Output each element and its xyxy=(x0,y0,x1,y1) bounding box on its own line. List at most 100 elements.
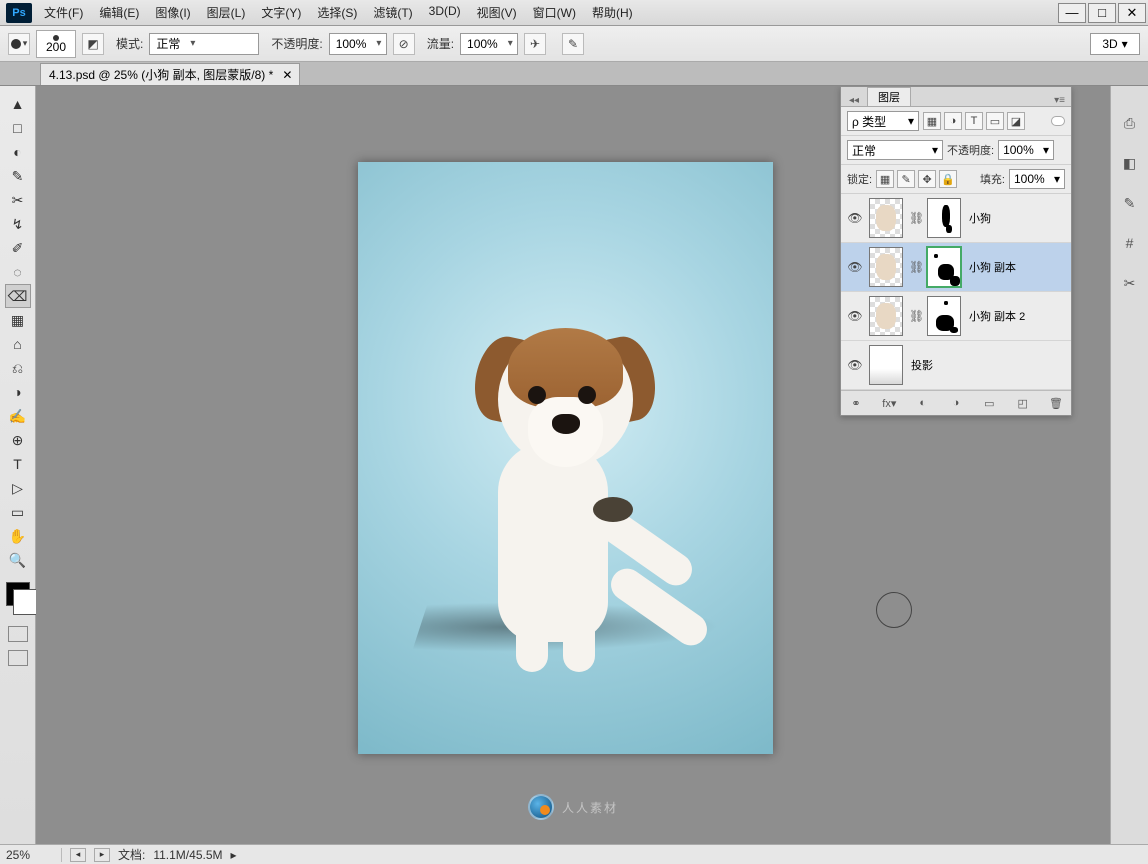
minimize-button[interactable]: — xyxy=(1058,3,1086,23)
tool-button[interactable]: ⊕ xyxy=(5,428,31,452)
menu-item[interactable]: 视图(V) xyxy=(469,4,525,21)
tool-button[interactable]: ✍ xyxy=(5,404,31,428)
layer-row[interactable]: 👁⛓小狗 xyxy=(841,194,1071,243)
layer-filter-icon[interactable]: ▭ xyxy=(986,112,1004,130)
tool-button[interactable]: ▭ xyxy=(5,500,31,524)
layer-thumbnail[interactable] xyxy=(869,296,903,336)
document-tab-close-icon[interactable]: ✕ xyxy=(282,68,292,82)
status-nav-right-icon[interactable]: ▸ xyxy=(94,848,110,862)
canvas-area[interactable]: 人人素材 ◂◂ 图层 ▾≡ ρ 类型▾ ▦◑T▭◪ 正常▾ 不透明度: xyxy=(36,86,1110,844)
close-button[interactable]: ✕ xyxy=(1118,3,1146,23)
layer-thumbnail[interactable] xyxy=(869,345,903,385)
brush-size-picker[interactable]: 200 xyxy=(36,30,76,58)
layer-name-label[interactable]: 小狗 xyxy=(967,210,1065,226)
foreground-background-color[interactable] xyxy=(6,582,30,606)
tool-button[interactable]: □ xyxy=(5,116,31,140)
layer-name-label[interactable]: 小狗 副本 2 xyxy=(967,308,1065,324)
layers-footer-icon[interactable]: ▭ xyxy=(980,395,998,411)
dock-panel-icon[interactable]: ⎙ xyxy=(1119,112,1141,134)
status-nav-left-icon[interactable]: ◂ xyxy=(70,848,86,862)
tool-button[interactable]: ▷ xyxy=(5,476,31,500)
tool-button[interactable]: ✎ xyxy=(5,164,31,188)
layer-mask-thumbnail[interactable] xyxy=(927,247,961,287)
dock-panel-icon[interactable]: # xyxy=(1119,232,1141,254)
layer-filter-icon[interactable]: ▦ xyxy=(923,112,941,130)
toggle-brush-panel-icon[interactable]: ◩ xyxy=(82,33,104,55)
visibility-toggle-icon[interactable]: 👁 xyxy=(847,259,863,275)
layers-footer-icon[interactable]: ⚭ xyxy=(847,395,865,411)
lock-option-icon[interactable]: ▦ xyxy=(876,170,894,188)
workspace-switcher[interactable]: 3D▾ xyxy=(1090,33,1140,55)
layer-name-label[interactable]: 投影 xyxy=(909,357,1065,373)
layer-mask-thumbnail[interactable] xyxy=(927,198,961,238)
status-menu-icon[interactable]: ▸ xyxy=(231,848,237,862)
visibility-toggle-icon[interactable]: 👁 xyxy=(847,357,863,373)
tool-button[interactable]: T xyxy=(5,452,31,476)
pressure-size-icon[interactable]: ✎ xyxy=(562,33,584,55)
layers-footer-icon[interactable]: ◑ xyxy=(947,395,965,411)
tool-button[interactable]: ◑ xyxy=(5,380,31,404)
brush-preset-icon[interactable]: ▾ xyxy=(8,33,30,55)
layers-tab[interactable]: 图层 xyxy=(867,87,911,106)
layer-filter-icon[interactable]: ◑ xyxy=(944,112,962,130)
tool-button[interactable]: ▦ xyxy=(5,308,31,332)
layers-footer-icon[interactable]: ◰ xyxy=(1014,395,1032,411)
panel-menu-icon[interactable]: ▾≡ xyxy=(1048,95,1071,106)
menu-item[interactable]: 选择(S) xyxy=(309,4,365,21)
layer-filter-select[interactable]: ρ 类型▾ xyxy=(847,111,919,131)
tool-button[interactable]: ✋ xyxy=(5,524,31,548)
menu-item[interactable]: 编辑(E) xyxy=(91,4,147,21)
layer-mask-thumbnail[interactable] xyxy=(927,296,961,336)
tool-button[interactable]: ✐ xyxy=(5,236,31,260)
menu-item[interactable]: 帮助(H) xyxy=(584,4,641,21)
menu-item[interactable]: 图像(I) xyxy=(147,4,198,21)
visibility-toggle-icon[interactable]: 👁 xyxy=(847,210,863,226)
pressure-opacity-icon[interactable]: ⊘ xyxy=(393,33,415,55)
lock-option-icon[interactable]: ✎ xyxy=(897,170,915,188)
tool-button[interactable]: ✂ xyxy=(5,188,31,212)
airbrush-icon[interactable]: ✈ xyxy=(524,33,546,55)
visibility-toggle-icon[interactable]: 👁 xyxy=(847,308,863,324)
layer-thumbnail[interactable] xyxy=(869,247,903,287)
dock-panel-icon[interactable]: ✂ xyxy=(1119,272,1141,294)
panel-collapse-icon[interactable]: ◂◂ xyxy=(843,95,865,106)
quick-mask-toggle[interactable] xyxy=(8,626,28,642)
tool-button[interactable]: ▲ xyxy=(5,92,31,116)
fill-input[interactable]: 100%▾ xyxy=(1009,169,1065,189)
layer-filter-icon[interactable]: ◪ xyxy=(1007,112,1025,130)
opacity-input[interactable]: 100%▾ xyxy=(329,33,387,55)
menu-item[interactable]: 图层(L) xyxy=(199,4,254,21)
lock-option-icon[interactable]: ✥ xyxy=(918,170,936,188)
tool-button[interactable]: ↯ xyxy=(5,212,31,236)
layer-filter-icon[interactable]: T xyxy=(965,112,983,130)
menu-item[interactable]: 窗口(W) xyxy=(525,4,584,21)
layer-mask-link-icon[interactable]: ⛓ xyxy=(909,309,921,323)
layer-row[interactable]: 👁⛓小狗 副本 xyxy=(841,243,1071,292)
document-tab[interactable]: 4.13.psd @ 25% (小狗 副本, 图层蒙版/8) * ✕ xyxy=(40,63,300,85)
tool-button[interactable]: ◐ xyxy=(5,140,31,164)
menu-item[interactable]: 文件(F) xyxy=(36,4,91,21)
tool-button[interactable]: 🔍 xyxy=(5,548,31,572)
menu-item[interactable]: 文字(Y) xyxy=(253,4,309,21)
filter-toggle-switch[interactable] xyxy=(1051,116,1065,126)
blend-mode-select[interactable]: 正常▾ xyxy=(149,33,259,55)
dock-panel-icon[interactable]: ◧ xyxy=(1119,152,1141,174)
layer-opacity-input[interactable]: 100%▾ xyxy=(998,140,1054,160)
zoom-level[interactable]: 25% xyxy=(6,848,62,862)
layers-footer-icon[interactable]: 🗑 xyxy=(1047,395,1065,411)
dock-panel-icon[interactable]: ✎ xyxy=(1119,192,1141,214)
tool-button[interactable]: ⌫ xyxy=(5,284,31,308)
layer-mask-link-icon[interactable]: ⛓ xyxy=(909,260,921,274)
menu-item[interactable]: 3D(D) xyxy=(421,4,469,21)
menu-item[interactable]: 滤镜(T) xyxy=(365,4,420,21)
layer-row[interactable]: 👁 投影 xyxy=(841,341,1071,390)
tool-button[interactable]: ⎌ xyxy=(5,356,31,380)
tool-button[interactable]: ◌ xyxy=(5,260,31,284)
layer-blend-mode-select[interactable]: 正常▾ xyxy=(847,140,943,160)
layer-row[interactable]: 👁 ⛓ 小狗 副本 2 xyxy=(841,292,1071,341)
layers-footer-icon[interactable]: ◐ xyxy=(914,395,932,411)
flow-input[interactable]: 100%▾ xyxy=(460,33,518,55)
maximize-button[interactable]: □ xyxy=(1088,3,1116,23)
tool-button[interactable]: ⌂ xyxy=(5,332,31,356)
lock-option-icon[interactable]: 🔒 xyxy=(939,170,957,188)
